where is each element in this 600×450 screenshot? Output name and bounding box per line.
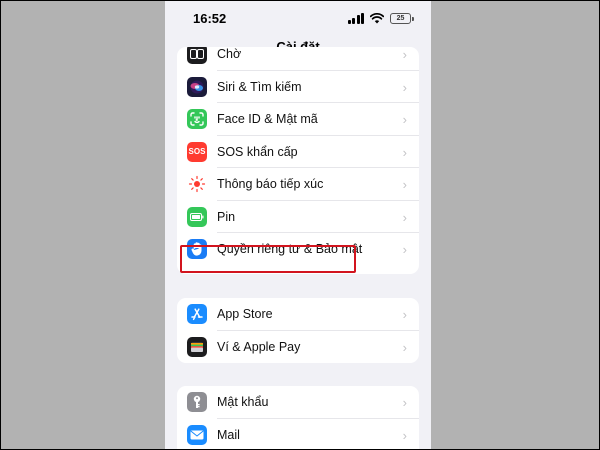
status-icons: 25 xyxy=(347,11,414,25)
face-id-icon xyxy=(187,109,207,129)
battery-level: 25 xyxy=(396,14,405,22)
chevron-right-icon: › xyxy=(402,47,407,62)
settings-row-label: Siri & Tìm kiếm xyxy=(217,79,302,94)
status-bar: 16:52 25 xyxy=(165,1,431,35)
chevron-right-icon: › xyxy=(402,242,407,257)
settings-row-label: App Store xyxy=(217,307,273,321)
chevron-right-icon: › xyxy=(402,112,407,127)
chevron-right-icon: › xyxy=(402,177,407,192)
chevron-right-icon: › xyxy=(402,395,407,410)
battery-icon xyxy=(187,206,207,227)
chevron-right-icon: › xyxy=(402,339,407,355)
chevron-right-icon: › xyxy=(402,144,407,160)
settings-row-label: Mail xyxy=(217,427,240,442)
settings-row-wallet[interactable]: Ví & Apple Pay › xyxy=(177,331,419,364)
settings-row-label: Mật khẩu xyxy=(217,395,269,409)
chevron-right-icon: › xyxy=(402,209,407,225)
app-store-icon xyxy=(187,304,207,324)
settings-row-app-store[interactable]: App Store › xyxy=(177,298,419,331)
settings-row-battery[interactable]: Pin › xyxy=(177,201,419,233)
settings-row-standby[interactable]: Chờ › xyxy=(177,47,419,71)
standby-icon xyxy=(187,47,207,64)
key-icon xyxy=(187,392,207,412)
cellular-signal-icon xyxy=(347,12,364,24)
settings-row-label: SOS khẩn cấp xyxy=(217,144,298,159)
settings-group-2: App Store › Ví & Apple Pay › xyxy=(177,298,419,363)
settings-row-passwords[interactable]: Mật khẩu › xyxy=(177,386,419,419)
settings-row-face-id[interactable]: Face ID & Mật mã › xyxy=(177,103,419,136)
settings-group-3: Mật khẩu › Mail › xyxy=(177,386,419,449)
chevron-right-icon: › xyxy=(402,79,407,95)
mail-icon xyxy=(187,424,207,445)
settings-row-emergency-sos[interactable]: SOS SOS khẩn cấp › xyxy=(177,136,419,168)
chevron-right-icon: › xyxy=(402,307,407,322)
settings-group-1: Chờ › Siri & Tìm kiếm › Face ID & Mật mã… xyxy=(177,47,419,274)
settings-row-label: Thông báo tiếp xúc xyxy=(217,177,324,191)
settings-row-label: Pin xyxy=(217,209,236,224)
phone-screen: 16:52 25 Cài đặt xyxy=(165,1,431,449)
sos-icon-text: SOS xyxy=(188,147,206,156)
exposure-notification-icon xyxy=(187,174,207,194)
chevron-right-icon: › xyxy=(402,427,407,443)
wallet-icon xyxy=(187,336,207,357)
siri-icon xyxy=(187,76,207,97)
sos-icon: SOS xyxy=(187,141,207,162)
highlight-box xyxy=(180,245,356,273)
status-time: 16:52 xyxy=(193,11,227,26)
settings-row-mail[interactable]: Mail › xyxy=(177,419,419,450)
wifi-icon xyxy=(370,12,384,23)
battery-status-icon: 25 xyxy=(390,12,414,24)
settings-row-label: Chờ xyxy=(217,47,242,61)
settings-row-siri[interactable]: Siri & Tìm kiếm › xyxy=(177,71,419,103)
settings-row-exposure-notifications[interactable]: Thông báo tiếp xúc › xyxy=(177,168,419,201)
settings-row-label: Ví & Apple Pay xyxy=(217,339,301,354)
settings-row-label: Face ID & Mật mã xyxy=(217,112,318,126)
screenshot-frame: 16:52 25 Cài đặt xyxy=(1,1,599,449)
